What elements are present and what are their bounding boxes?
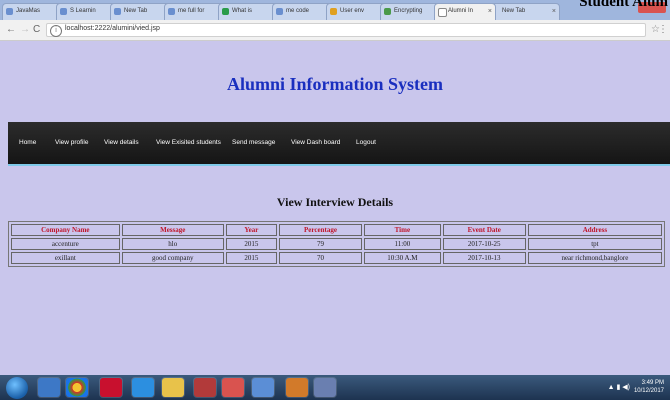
settings-app-icon[interactable]	[286, 378, 308, 397]
column-header: Address	[527, 224, 662, 236]
favicon-icon	[6, 8, 13, 15]
favicon-icon	[114, 8, 121, 15]
close-tab-icon[interactable]: ×	[552, 4, 556, 19]
browser-tab[interactable]: S Learnin×	[56, 3, 118, 20]
browser-tab[interactable]: Encrypting×	[380, 3, 442, 20]
table-cell: exillant	[11, 252, 120, 264]
reload-icon[interactable]: C	[33, 24, 40, 35]
favicon-icon	[222, 8, 229, 15]
table-cell: 2015	[225, 238, 277, 250]
column-header: Message	[121, 224, 224, 236]
folder-icon[interactable]	[162, 378, 184, 397]
table-cell: near richmond,banglore	[527, 252, 662, 264]
nav-home[interactable]: Home	[19, 139, 36, 146]
browser-tab[interactable]: me full for×	[164, 3, 226, 20]
table-cell: 2015	[225, 252, 277, 264]
back-icon[interactable]: ←	[6, 24, 16, 35]
browser-tab[interactable]: User env×	[326, 3, 388, 20]
table-cell: 2017-10-25	[442, 238, 526, 250]
java-ide-icon[interactable]	[314, 378, 336, 397]
table-cell: tpt	[527, 238, 662, 250]
address-bar: ← → C i localhost:2222/alumini/vied.jsp …	[0, 20, 670, 41]
nav-send-message[interactable]: Send message	[232, 139, 275, 146]
url-text: localhost:2222/alumini/vied.jsp	[65, 25, 160, 32]
table-cell: 2017-10-13	[442, 252, 526, 264]
column-header: Company Name	[11, 224, 120, 236]
clock[interactable]: 3:49 PM 10/12/2017	[634, 379, 664, 395]
browser-tab[interactable]: JavaMas×	[2, 3, 64, 20]
main-navbar: Home View profile View details View Exis…	[8, 122, 670, 166]
taskbar: ▲ ▮ ◀) 3:49 PM 10/12/2017	[0, 375, 670, 400]
table-cell: 79	[278, 238, 363, 250]
table-cell: 70	[278, 252, 363, 264]
forward-icon[interactable]: →	[20, 24, 30, 35]
table-cell: good company	[121, 252, 224, 264]
start-button[interactable]	[6, 377, 28, 399]
table-cell: accenture	[11, 238, 120, 250]
browser-tab-strip: JavaMas× S Learnin× New Tab× me full for…	[0, 0, 670, 20]
column-header: Time	[364, 224, 441, 236]
info-icon[interactable]: i	[50, 25, 62, 37]
nav-logout[interactable]: Logout	[356, 139, 376, 146]
table-row: accenture hlo 2015 79 11:00 2017-10-25 t…	[11, 238, 662, 250]
column-header: Event Date	[442, 224, 526, 236]
document-app-icon[interactable]	[252, 378, 274, 397]
favicon-icon	[330, 8, 337, 15]
favicon-icon	[384, 8, 391, 15]
table-cell: 10:30 A.M	[364, 252, 441, 264]
nav-view-details[interactable]: View details	[104, 139, 139, 146]
media-app-icon[interactable]	[194, 378, 216, 397]
table-cell: hlo	[121, 238, 224, 250]
favicon-icon	[60, 8, 67, 15]
favicon-icon	[168, 8, 175, 15]
pdf-reader-icon[interactable]	[100, 378, 122, 397]
column-header: Year	[225, 224, 277, 236]
browser-tab[interactable]: New Tab×	[488, 3, 560, 20]
page-content: Alumni Information System Home View prof…	[0, 41, 670, 375]
table-row: exillant good company 2015 70 10:30 A.M …	[11, 252, 662, 264]
explorer-icon[interactable]	[38, 378, 60, 397]
system-tray-icons[interactable]: ▲ ▮ ◀)	[608, 383, 630, 391]
watermark-text: Student Alum	[579, 0, 668, 10]
url-input[interactable]: i localhost:2222/alumini/vied.jsp	[46, 23, 646, 37]
powerpoint-icon[interactable]	[222, 378, 244, 397]
browser-menu-icon[interactable]: ⋮	[658, 24, 668, 35]
nav-view-profile[interactable]: View profile	[55, 139, 88, 146]
browser-tab[interactable]: me code×	[272, 3, 334, 20]
section-title: View Interview Details	[276, 195, 394, 209]
close-tab-icon[interactable]: ×	[488, 4, 492, 19]
favicon-icon	[276, 8, 283, 15]
internet-explorer-icon[interactable]	[132, 378, 154, 397]
interview-details-table: Company Name Message Year Percentage Tim…	[8, 221, 665, 267]
table-cell: 11:00	[364, 238, 441, 250]
browser-tab[interactable]: New Tab×	[110, 3, 172, 20]
site-title: Alumni Information System	[226, 74, 443, 94]
table-header-row: Company Name Message Year Percentage Tim…	[11, 224, 662, 236]
page-icon	[438, 8, 447, 17]
browser-tab[interactable]: What is×	[218, 3, 280, 20]
chrome-icon[interactable]	[66, 378, 88, 397]
nav-view-existed-students[interactable]: View Exisited students	[156, 139, 221, 146]
browser-tab-active[interactable]: Alumni In ×	[434, 3, 496, 20]
column-header: Percentage	[278, 224, 363, 236]
nav-view-dashboard[interactable]: View Dash board	[291, 139, 340, 146]
